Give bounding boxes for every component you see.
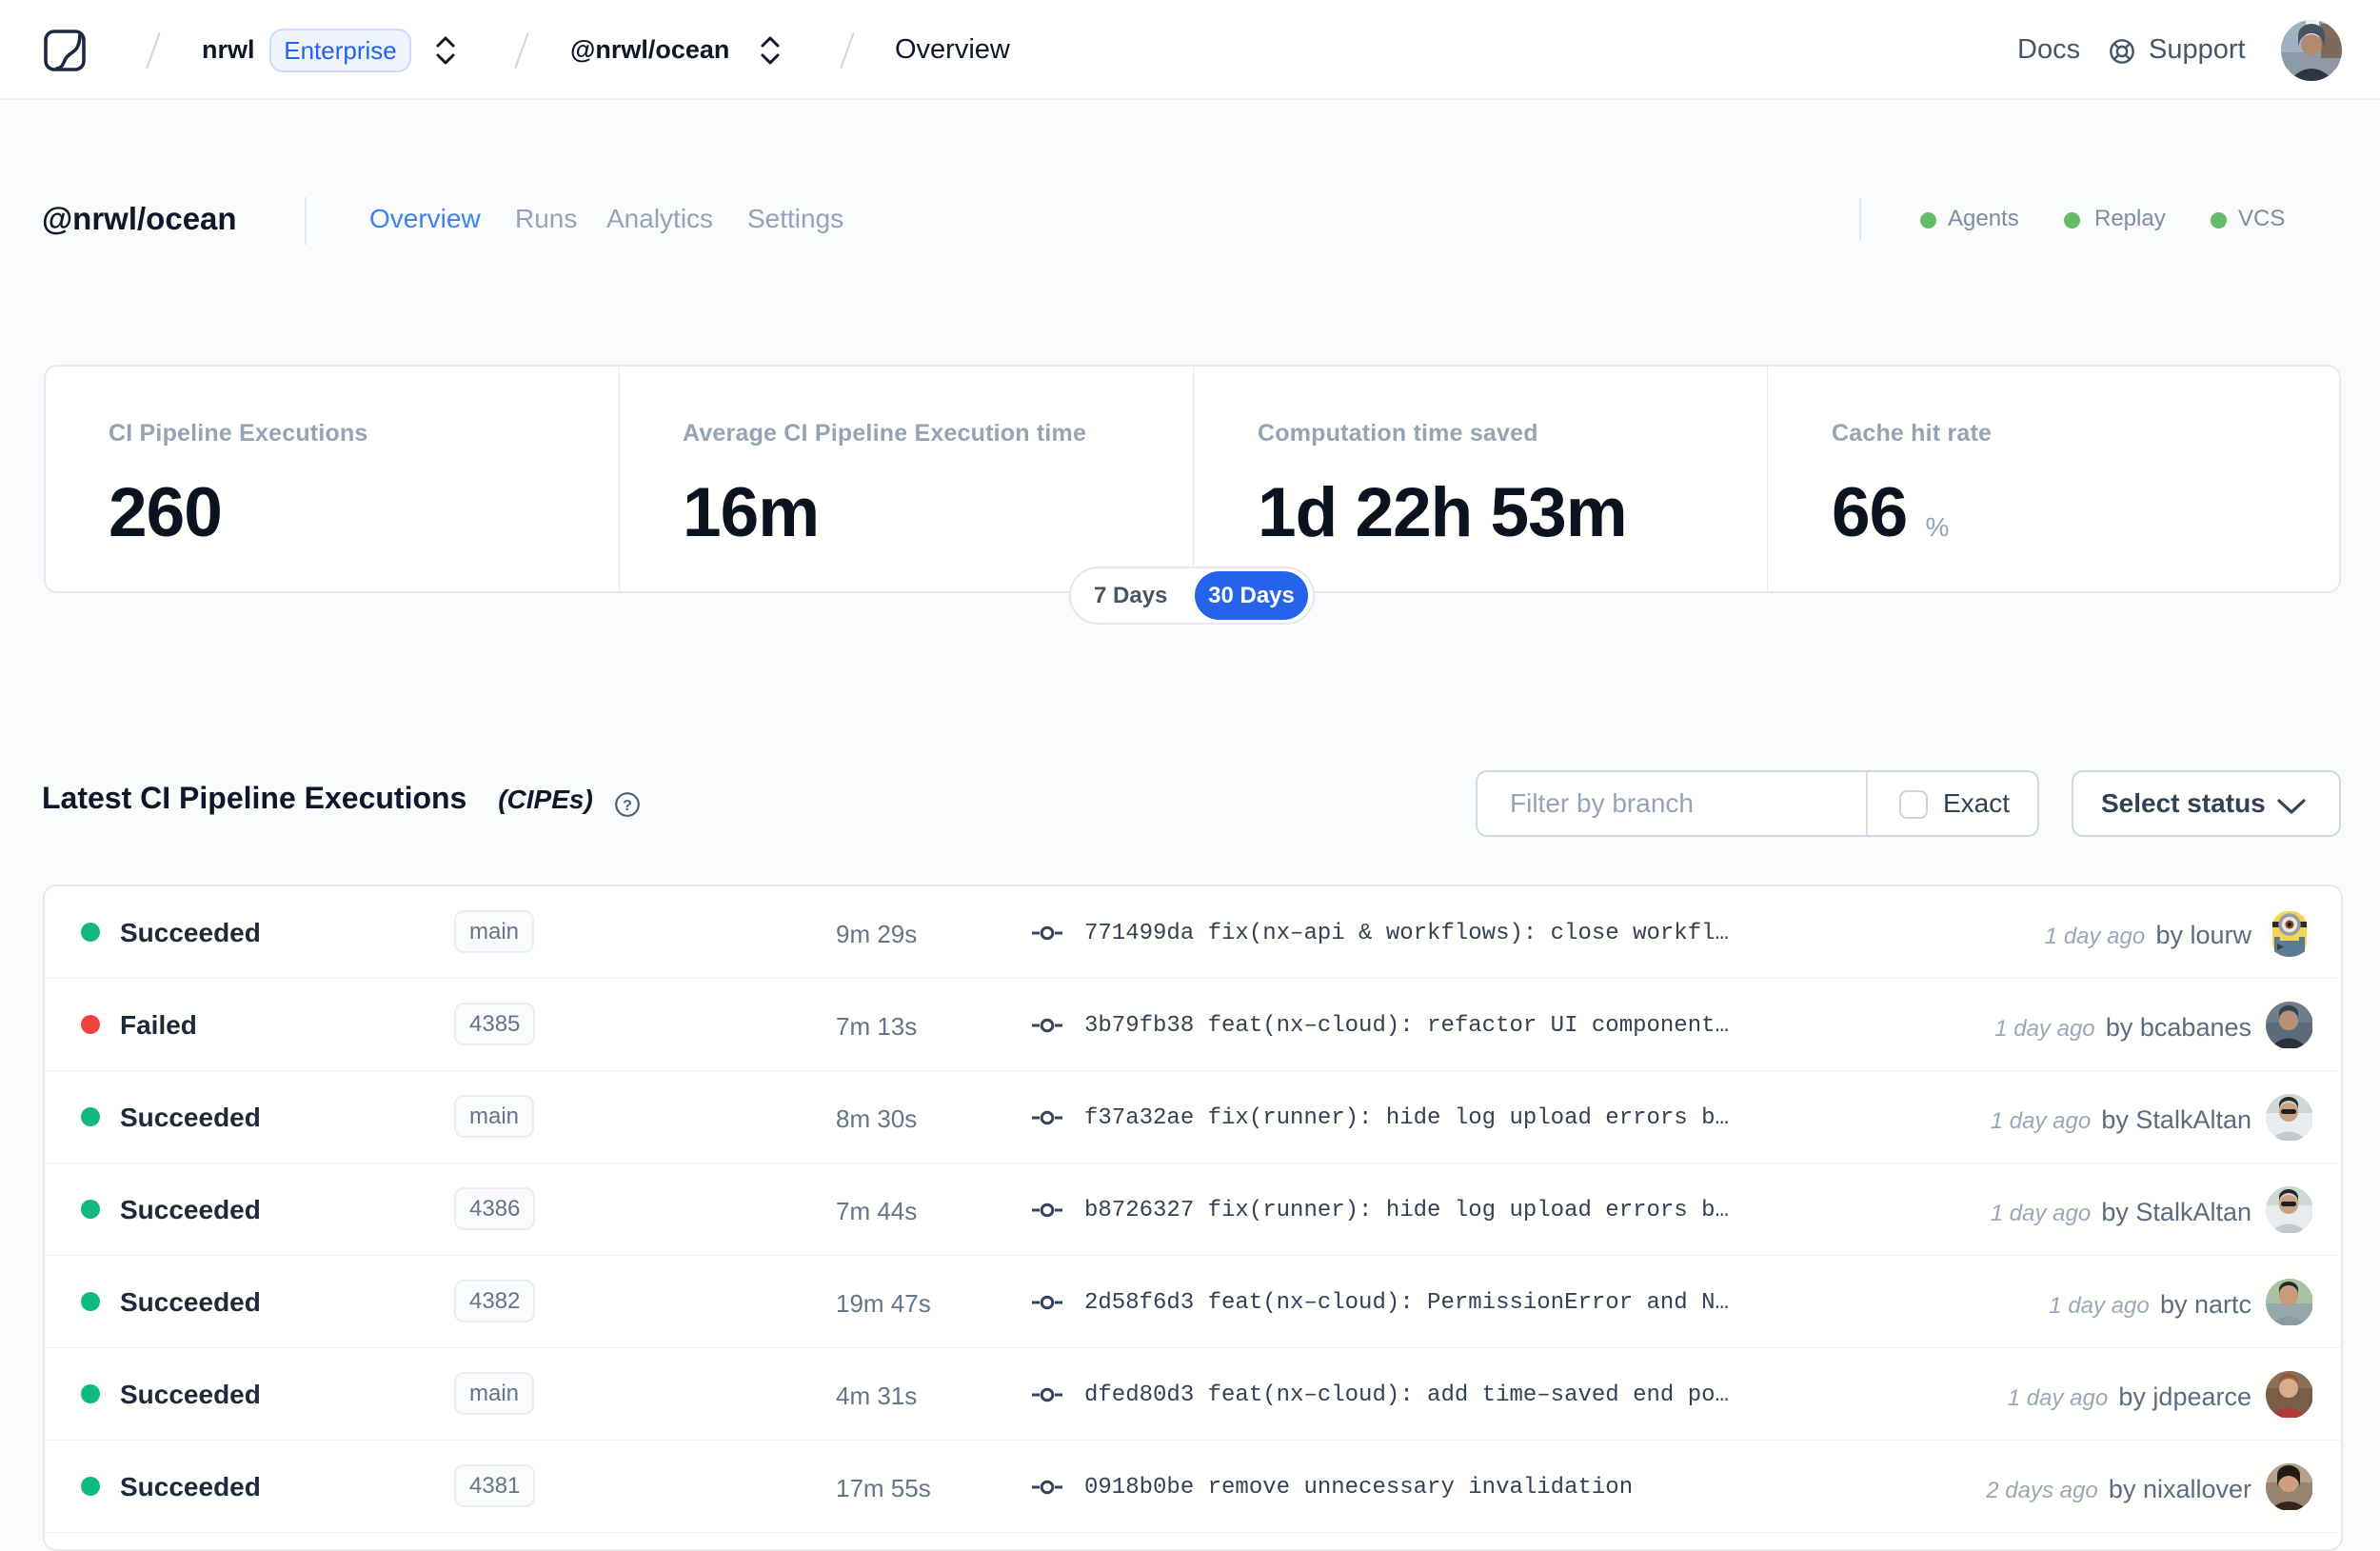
svg-text:?: ? bbox=[623, 798, 632, 814]
